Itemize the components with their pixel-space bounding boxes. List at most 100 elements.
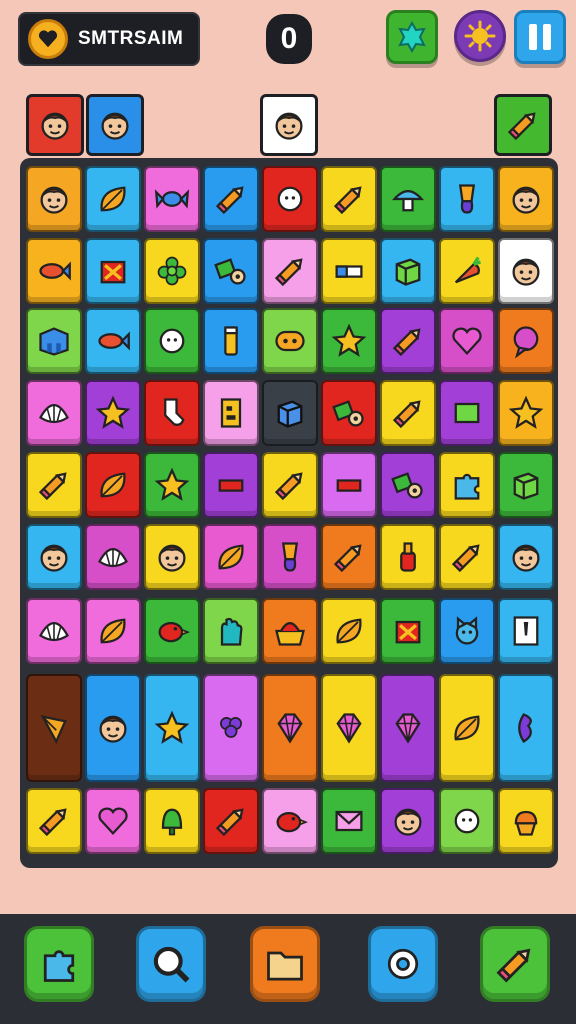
board-tile[interactable] [203, 238, 259, 304]
board-tile[interactable] [144, 452, 200, 518]
board-tile[interactable] [262, 452, 318, 518]
board-tile[interactable] [26, 598, 82, 664]
board-tile[interactable] [203, 788, 259, 854]
board-tile[interactable] [203, 452, 259, 518]
board-tile[interactable] [262, 524, 318, 590]
board-tile[interactable] [380, 452, 436, 518]
board-tile[interactable] [321, 674, 377, 782]
queue-tile[interactable] [26, 94, 84, 156]
board-tile[interactable] [26, 238, 82, 304]
board-tile[interactable] [498, 308, 554, 374]
board-tile[interactable] [85, 308, 141, 374]
board-tile[interactable] [439, 380, 495, 446]
inventory-button[interactable] [250, 926, 320, 1002]
board-tile[interactable] [498, 524, 554, 590]
mushroom-icon [392, 190, 424, 212]
board-tile[interactable] [498, 674, 554, 782]
board-tile[interactable] [144, 598, 200, 664]
board-tile[interactable] [498, 238, 554, 304]
queue-tile[interactable] [86, 94, 144, 156]
kite-icon [40, 715, 67, 745]
board-tile[interactable] [380, 238, 436, 304]
board-tile[interactable] [498, 166, 554, 232]
board-tile[interactable] [321, 308, 377, 374]
board-tile[interactable] [26, 308, 82, 374]
shuffle-button[interactable] [24, 926, 94, 1002]
board-tile[interactable] [26, 674, 82, 782]
board-tile[interactable] [498, 452, 554, 518]
board-tile[interactable] [439, 524, 495, 590]
board-tile[interactable] [262, 598, 318, 664]
board-tile[interactable] [380, 380, 436, 446]
board-tile[interactable] [321, 524, 377, 590]
board-tile[interactable] [203, 674, 259, 782]
block-icon [39, 327, 69, 356]
board-tile[interactable] [439, 598, 495, 664]
boost-button[interactable] [480, 926, 550, 1002]
board-tile[interactable] [380, 166, 436, 232]
board-tile[interactable] [380, 674, 436, 782]
board-tile[interactable] [144, 308, 200, 374]
board-tile[interactable] [85, 674, 141, 782]
board-tile[interactable] [262, 238, 318, 304]
board-tile[interactable] [203, 598, 259, 664]
board-tile[interactable] [144, 166, 200, 232]
star-icon [331, 323, 367, 357]
board-tile[interactable] [203, 380, 259, 446]
board-tile[interactable] [144, 524, 200, 590]
board-tile[interactable] [85, 788, 141, 854]
board-tile[interactable] [321, 380, 377, 446]
board-tile[interactable] [144, 380, 200, 446]
board-tile[interactable] [85, 380, 141, 446]
board-tile[interactable] [262, 166, 318, 232]
board-tile[interactable] [85, 598, 141, 664]
board-tile[interactable] [203, 166, 259, 232]
board-tile[interactable] [439, 788, 495, 854]
board-tile[interactable] [439, 452, 495, 518]
board-tile[interactable] [498, 788, 554, 854]
board-tile[interactable] [380, 788, 436, 854]
board-tile[interactable] [321, 788, 377, 854]
board-tile[interactable] [262, 380, 318, 446]
settings-button[interactable] [368, 926, 438, 1002]
daily-button[interactable] [454, 10, 506, 62]
queue-tile[interactable] [260, 94, 318, 156]
board-tile[interactable] [498, 380, 554, 446]
board-tile[interactable] [321, 166, 377, 232]
board-tile[interactable] [85, 524, 141, 590]
board-tile[interactable] [380, 308, 436, 374]
board-tile[interactable] [26, 452, 82, 518]
board-tile[interactable] [26, 166, 82, 232]
queue-tile[interactable] [494, 94, 552, 156]
board-tile[interactable] [26, 524, 82, 590]
gem-button[interactable] [386, 10, 438, 64]
gear-icon [387, 948, 419, 980]
pause-button[interactable] [514, 10, 566, 64]
board-tile[interactable] [144, 674, 200, 782]
board-tile[interactable] [380, 598, 436, 664]
hint-button[interactable] [136, 926, 206, 1002]
board-tile[interactable] [262, 308, 318, 374]
tape-icon [391, 472, 423, 499]
board-tile[interactable] [262, 788, 318, 854]
board-tile[interactable] [85, 238, 141, 304]
board-tile[interactable] [85, 452, 141, 518]
board-tile[interactable] [85, 166, 141, 232]
cube-icon [277, 400, 303, 428]
board-tile[interactable] [439, 238, 495, 304]
board-tile[interactable] [321, 238, 377, 304]
board-tile[interactable] [144, 788, 200, 854]
board-tile[interactable] [498, 598, 554, 664]
board-tile[interactable] [203, 524, 259, 590]
board-tile[interactable] [26, 380, 82, 446]
board-tile[interactable] [439, 674, 495, 782]
board-tile[interactable] [262, 674, 318, 782]
board-tile[interactable] [321, 452, 377, 518]
board-tile[interactable] [321, 598, 377, 664]
board-tile[interactable] [203, 308, 259, 374]
board-tile[interactable] [380, 524, 436, 590]
board-tile[interactable] [439, 308, 495, 374]
board-tile[interactable] [439, 166, 495, 232]
board-tile[interactable] [26, 788, 82, 854]
board-tile[interactable] [144, 238, 200, 304]
